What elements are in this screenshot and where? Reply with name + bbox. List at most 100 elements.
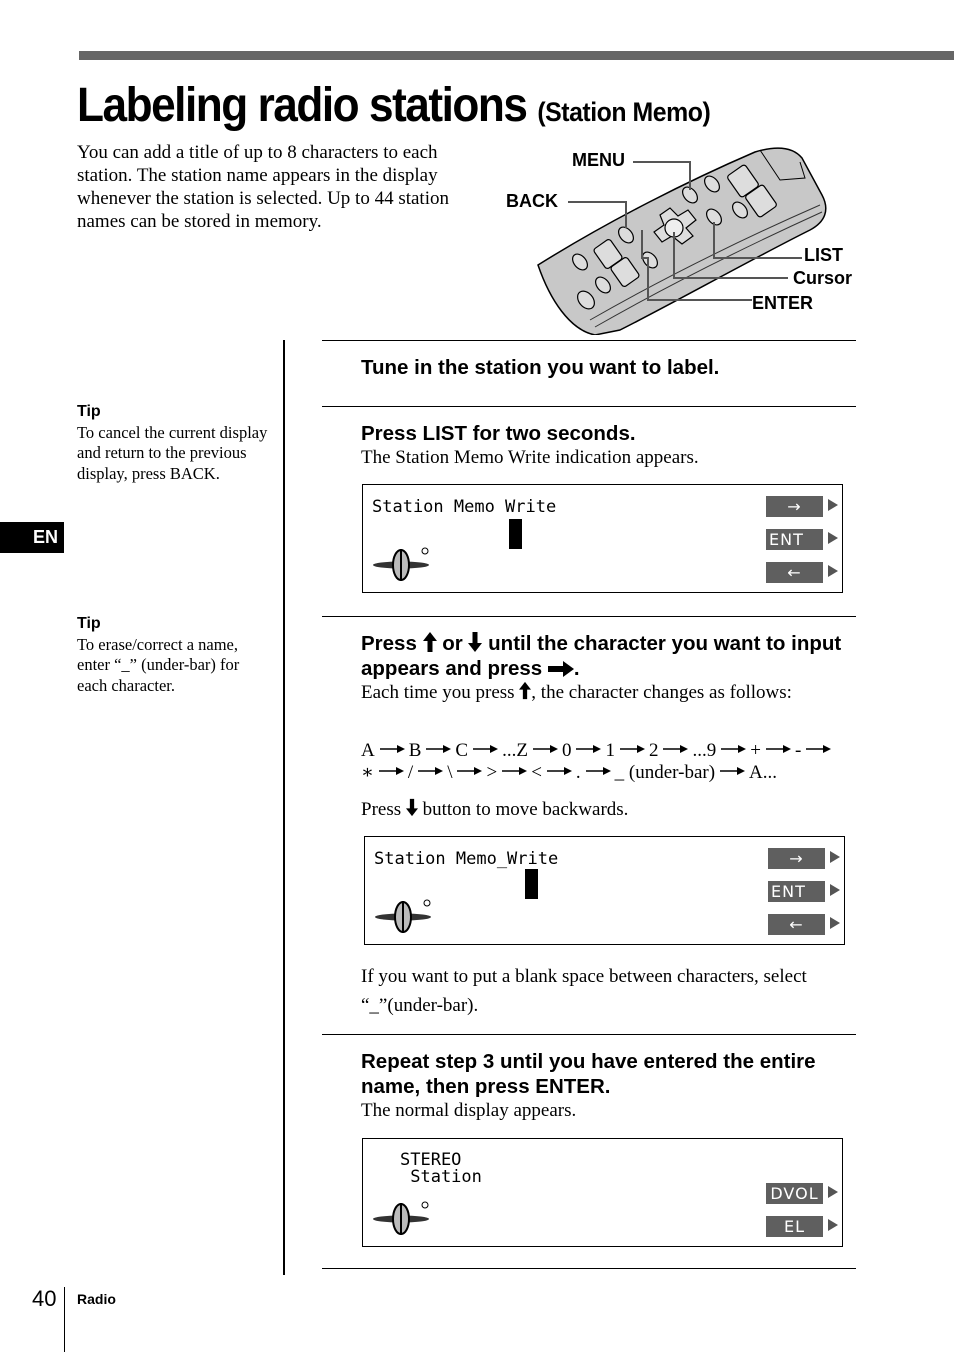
play-triangle-icon xyxy=(828,565,838,577)
sequence-arrow-icon xyxy=(619,745,645,753)
page-number: 40 xyxy=(32,1286,57,1311)
satellite-logo-icon xyxy=(373,547,429,581)
character-sequence-line-1: A B C ...Z 0 1 2 ...9 + - xyxy=(361,740,856,762)
character-sequence-line-2: ∗ / \ > <. _ (under-bar) A... xyxy=(361,762,856,784)
sequence-char: / xyxy=(407,762,414,783)
sequence-arrow-icon xyxy=(502,767,528,775)
sequence-char: _ (under-bar) xyxy=(614,762,716,783)
menu-label: MENU xyxy=(572,150,625,170)
lcd-ent-button[interactable]: ENT xyxy=(766,529,823,550)
play-triangle-icon xyxy=(828,532,838,544)
play-triangle-icon xyxy=(830,884,840,896)
list-label: LIST xyxy=(804,245,843,265)
step-divider xyxy=(322,1034,856,1035)
heading-text: . xyxy=(573,657,580,680)
lcd-dvol-button[interactable]: DVOL xyxy=(766,1183,823,1204)
tip-text: To erase/correct a name, enter “_” (unde… xyxy=(77,634,240,695)
sequence-arrow-icon xyxy=(585,767,611,775)
step-divider xyxy=(322,1268,856,1269)
sequence-arrow-icon xyxy=(379,745,405,753)
sequence-char: A xyxy=(361,740,375,761)
page-title-main: Labeling radio stations xyxy=(77,79,528,132)
sequence-char: . xyxy=(575,762,581,783)
sequence-char: C xyxy=(455,740,469,761)
sequence-char: + xyxy=(750,740,761,761)
play-triangle-icon xyxy=(830,851,840,863)
body-text: , the character changes as follows: xyxy=(531,682,792,703)
tip-cancel: Tip To cancel the current display and re… xyxy=(77,402,277,484)
body-text: Press xyxy=(361,799,406,820)
tip-erase: Tip To erase/correct a name, enter “_” (… xyxy=(77,614,272,696)
sequence-arrow-icon xyxy=(721,745,747,753)
tip-heading: Tip xyxy=(77,615,101,632)
lcd-forward-button[interactable]: → xyxy=(768,848,825,869)
lcd-back-button[interactable]: ← xyxy=(766,562,823,583)
play-triangle-icon xyxy=(828,1186,838,1198)
step-3-body: Each time you press , the character chan… xyxy=(361,681,851,704)
sequence-char: < xyxy=(531,762,542,783)
header-rule xyxy=(79,51,954,60)
play-triangle-icon xyxy=(828,499,838,511)
lcd-back-button[interactable]: ← xyxy=(768,914,825,935)
down-arrow-icon xyxy=(468,632,483,652)
sequence-arrow-icon xyxy=(532,745,558,753)
satellite-logo-icon xyxy=(373,1201,429,1235)
body-text: Each time you press xyxy=(361,682,520,703)
sequence-char: - xyxy=(794,740,802,761)
lcd-text: Station Memo Write xyxy=(372,497,557,517)
sequence-arrow-icon xyxy=(378,767,404,775)
step-3-heading: Press or until the character you want to… xyxy=(361,631,851,681)
sequence-char: > xyxy=(486,762,498,783)
lcd-display-write-1: Station Memo Write → ENT ← xyxy=(362,484,843,593)
step-4-heading: Repeat step 3 until you have entered the… xyxy=(361,1050,816,1098)
language-tab: EN xyxy=(0,522,64,553)
right-arrow-icon xyxy=(547,661,574,677)
sequence-arrow-icon xyxy=(426,745,452,753)
step-3-backwards: Press button to move backwards. xyxy=(361,798,851,821)
lcd-cursor xyxy=(509,519,522,549)
sequence-arrow-icon xyxy=(457,767,483,775)
sequence-arrow-icon xyxy=(720,767,746,775)
sequence-char: 0 xyxy=(561,740,572,761)
step-divider xyxy=(322,340,856,341)
tip-heading: Tip xyxy=(77,403,101,420)
play-triangle-icon xyxy=(830,917,840,929)
satellite-logo-icon xyxy=(375,899,431,933)
heading-text: or xyxy=(436,632,469,655)
section-name: Radio xyxy=(77,1291,116,1307)
play-triangle-icon xyxy=(828,1219,838,1231)
page-subtitle: (Station Memo) xyxy=(537,97,711,127)
lcd-line-2: Station xyxy=(400,1167,482,1187)
sequence-char: ...9 xyxy=(692,740,717,761)
sequence-arrow-icon xyxy=(765,745,791,753)
lcd-ent-button[interactable]: ENT xyxy=(768,881,825,902)
lcd-display-write-2: Station Memo_Write → ENT ← xyxy=(364,836,845,945)
step-divider xyxy=(322,616,856,617)
lcd-forward-button[interactable]: → xyxy=(766,496,823,517)
sequence-char: ∗ xyxy=(361,762,374,783)
step-divider xyxy=(322,406,856,407)
sequence-char: 2 xyxy=(648,740,659,761)
intro-paragraph: You can add a title of up to 8 character… xyxy=(77,142,449,232)
back-label: BACK xyxy=(506,191,558,211)
lcd-text: Station Memo_Write xyxy=(374,849,559,869)
sequence-char: ...Z xyxy=(502,740,528,761)
footer-divider xyxy=(64,1287,65,1352)
enter-label: ENTER xyxy=(752,293,814,313)
sequence-char: A... xyxy=(749,762,778,783)
tip-text: To cancel the current display and return… xyxy=(77,422,268,483)
lcd-el-button[interactable]: EL xyxy=(766,1216,823,1237)
sequence-arrow-icon xyxy=(473,745,499,753)
cursor-label: Cursor xyxy=(793,268,853,288)
page-title: Labeling radio stations (Station Memo) xyxy=(77,78,711,133)
sequence-char: 1 xyxy=(605,740,615,761)
lcd-cursor xyxy=(525,869,538,899)
sequence-char: B xyxy=(408,740,422,761)
step-2-heading: Press LIST for two seconds. xyxy=(361,422,636,445)
lcd-display-normal: STEREO Station DVOL EL xyxy=(362,1138,843,1247)
step-1-heading: Tune in the station you want to label. xyxy=(361,356,720,379)
step-4-body: The normal display appears. xyxy=(361,1100,577,1121)
sequence-arrow-icon xyxy=(546,767,572,775)
up-arrow-icon xyxy=(519,681,532,700)
sequence-arrow-icon xyxy=(663,745,689,753)
